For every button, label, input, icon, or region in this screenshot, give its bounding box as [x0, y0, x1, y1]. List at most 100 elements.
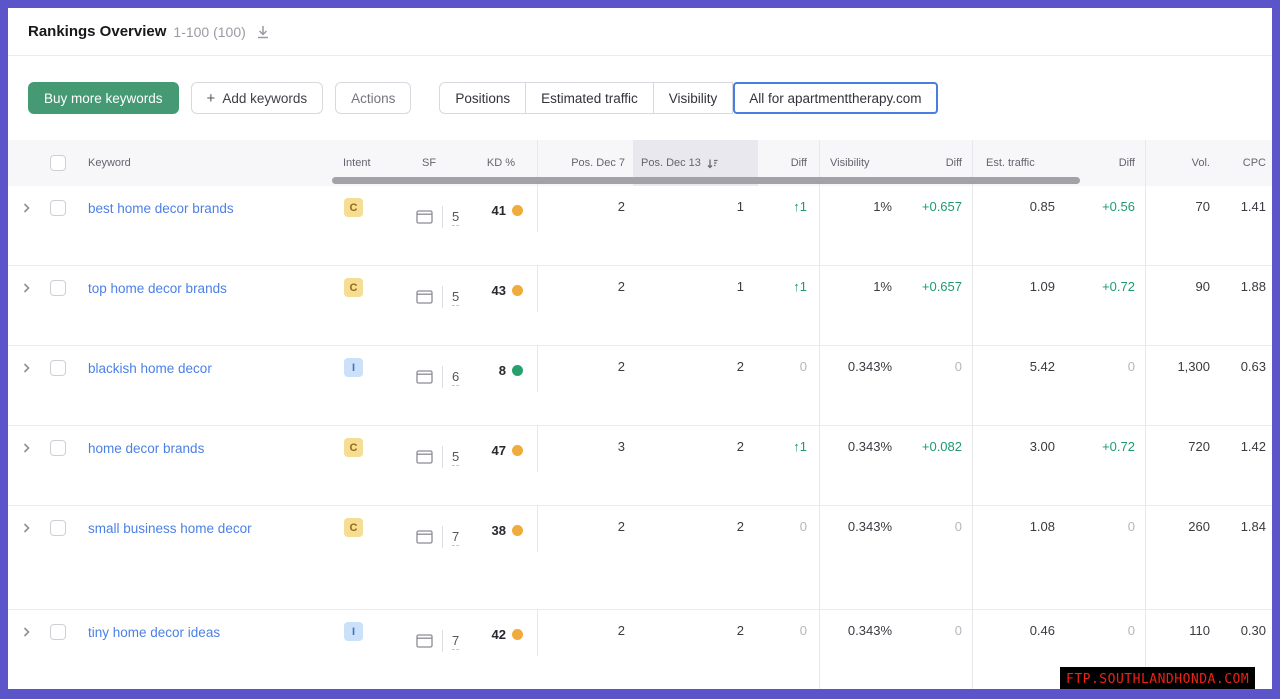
volume-value: 70 — [1195, 199, 1210, 214]
pos-dec-7-value: 2 — [617, 623, 625, 638]
sf-divider — [442, 630, 443, 652]
buy-more-keywords-button[interactable]: Buy more keywords — [28, 82, 179, 114]
expand-chevron-icon[interactable] — [22, 626, 31, 638]
visibility-diff-value: +0.657 — [921, 279, 962, 294]
kd-cell: 38 — [470, 506, 538, 552]
checkbox-cell — [44, 506, 80, 609]
serp-features-icon[interactable] — [416, 450, 433, 464]
expand-cell — [8, 186, 44, 265]
serp-features-icon[interactable] — [416, 370, 433, 384]
serp-features-count[interactable]: 5 — [452, 289, 460, 306]
pos-dec-7-value: 2 — [617, 519, 625, 534]
sf-divider — [442, 446, 443, 468]
intent-cell: C — [338, 426, 398, 505]
intent-badge[interactable]: C — [344, 198, 363, 217]
col-volume[interactable]: Vol. — [1146, 140, 1218, 186]
visibility-diff-cell: +0.657 — [900, 266, 973, 345]
row-checkbox[interactable] — [50, 280, 66, 296]
keyword-cell: tiny home decor ideas — [80, 610, 338, 689]
intent-badge[interactable]: I — [344, 622, 363, 641]
expand-cell — [8, 266, 44, 345]
est-traffic-value: 1.09 — [1029, 279, 1055, 294]
export-download-icon[interactable] — [256, 25, 270, 39]
kd-cell: 47 — [470, 426, 538, 472]
row-checkbox[interactable] — [50, 200, 66, 216]
visibility-diff-cell: 0 — [900, 610, 973, 689]
visibility-value: 0.343% — [847, 623, 892, 638]
serp-features-cell: 5 — [398, 186, 470, 234]
keyword-link[interactable]: home decor brands — [88, 439, 204, 458]
volume-value: 720 — [1188, 439, 1210, 454]
result-range: 1-100 (100) — [173, 23, 246, 40]
expand-chevron-icon[interactable] — [22, 202, 31, 214]
expand-cell — [8, 346, 44, 425]
serp-features-cell: 7 — [398, 610, 470, 658]
intent-badge[interactable]: C — [344, 438, 363, 457]
keyword-link[interactable]: blackish home decor — [88, 359, 212, 378]
intent-badge[interactable]: I — [344, 358, 363, 377]
traffic-diff-value: +0.56 — [1102, 199, 1135, 214]
serp-features-count[interactable]: 7 — [452, 633, 460, 650]
serp-features-cell: 5 — [398, 426, 470, 474]
page-title: Rankings Overview — [28, 23, 167, 40]
pos-diff-value: 0 — [799, 519, 807, 534]
checkbox-cell — [44, 610, 80, 689]
title-bar: Rankings Overview 1-100 (100) — [8, 8, 1272, 56]
serp-features-icon[interactable] — [416, 634, 433, 648]
serp-features-count[interactable]: 6 — [452, 369, 460, 386]
kd-cell: 43 — [470, 266, 538, 312]
traffic-diff-cell: 0 — [1065, 506, 1146, 609]
kd-difficulty-dot — [512, 284, 523, 296]
plus-icon: + — [206, 89, 216, 107]
keyword-link[interactable]: best home decor brands — [88, 199, 234, 218]
expand-chevron-icon[interactable] — [22, 282, 31, 294]
traffic-diff-cell: +0.72 — [1065, 426, 1146, 505]
cpc-value: 1.42 — [1240, 439, 1266, 454]
col-keyword[interactable]: Keyword — [80, 140, 338, 186]
actions-button[interactable]: Actions — [335, 82, 412, 114]
table-header: Keyword Intent SF KD % Pos. Dec 7 Pos. D… — [8, 140, 1272, 186]
intent-badge[interactable]: C — [344, 278, 363, 297]
visibility-diff-cell: +0.657 — [900, 186, 973, 265]
row-checkbox[interactable] — [50, 624, 66, 640]
col-cpc[interactable]: CPC — [1218, 140, 1272, 186]
visibility-diff-value: 0 — [954, 519, 962, 534]
horizontal-scrollbar[interactable] — [332, 177, 1080, 184]
add-keywords-button[interactable]: + Add keywords — [190, 82, 324, 114]
volume-value: 260 — [1188, 519, 1210, 534]
tab-estimated-traffic[interactable]: Estimated traffic — [526, 82, 654, 114]
keyword-link[interactable]: top home decor brands — [88, 279, 227, 298]
serp-features-count[interactable]: 5 — [452, 449, 460, 466]
sort-descending-icon — [707, 158, 718, 169]
row-checkbox[interactable] — [50, 360, 66, 376]
keyword-link[interactable]: tiny home decor ideas — [88, 623, 220, 642]
keyword-link[interactable]: small business home decor — [88, 519, 252, 538]
row-checkbox[interactable] — [50, 440, 66, 456]
tab-visibility[interactable]: Visibility — [653, 82, 734, 114]
keyword-cell: home decor brands — [80, 426, 338, 505]
checkbox-cell — [44, 426, 80, 505]
keyword-cell: top home decor brands — [80, 266, 338, 345]
expand-chevron-icon[interactable] — [22, 362, 31, 374]
intent-cell: C — [338, 186, 398, 265]
cpc-value: 1.84 — [1240, 519, 1266, 534]
est-traffic-value: 5.42 — [1029, 359, 1055, 374]
header-expander-spacer — [8, 140, 44, 186]
serp-features-icon[interactable] — [416, 210, 433, 224]
expand-chevron-icon[interactable] — [22, 522, 31, 534]
tab-all-for-domain[interactable]: All for apartmenttherapy.com — [733, 82, 938, 114]
select-all-checkbox[interactable] — [50, 155, 66, 171]
expand-cell — [8, 426, 44, 505]
est-traffic-value: 0.46 — [1029, 623, 1055, 638]
row-checkbox[interactable] — [50, 520, 66, 536]
serp-features-count[interactable]: 7 — [452, 529, 460, 546]
serp-features-icon[interactable] — [416, 290, 433, 304]
serp-features-icon[interactable] — [416, 530, 433, 544]
intent-badge[interactable]: C — [344, 518, 363, 537]
expand-chevron-icon[interactable] — [22, 442, 31, 454]
sf-divider — [442, 366, 443, 388]
tab-positions[interactable]: Positions — [439, 82, 527, 114]
pos-dec-7-value: 3 — [617, 439, 625, 454]
kd-difficulty-dot — [512, 364, 523, 376]
serp-features-count[interactable]: 5 — [452, 209, 460, 226]
